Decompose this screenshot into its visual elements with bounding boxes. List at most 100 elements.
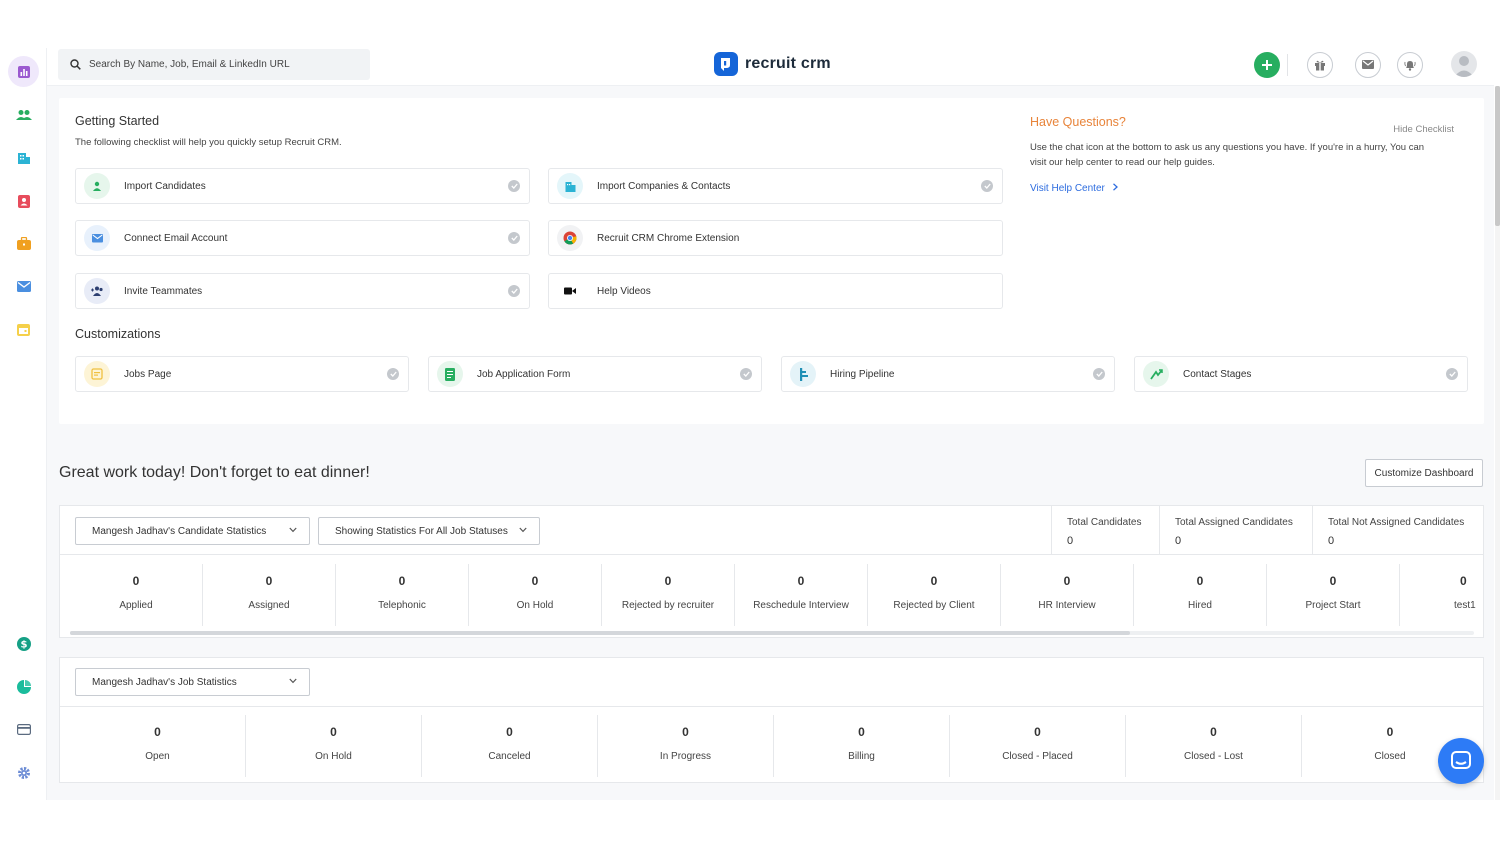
stage-value: 0 [930, 574, 938, 588]
visit-help-center-link[interactable]: Visit Help Center [1030, 183, 1119, 194]
form-icon [437, 361, 463, 387]
stage-label: Telephonic [378, 600, 426, 611]
sidebar-item-billing[interactable]: $ [8, 628, 39, 659]
sidebar-item-email[interactable] [8, 271, 39, 302]
chat-button[interactable] [1438, 738, 1484, 784]
customization-item-hiring-pipeline[interactable]: Hiring Pipeline [781, 356, 1115, 392]
stage-assigned[interactable]: 0 Assigned [203, 564, 336, 626]
checklist-item-import-companies[interactable]: Import Companies & Contacts [548, 168, 1003, 204]
companies-icon [17, 152, 30, 164]
job-stage-in-progress[interactable]: 0 In Progress [598, 715, 774, 777]
add-icon [1262, 60, 1272, 70]
customization-item-jobs-page[interactable]: Jobs Page [75, 356, 409, 392]
search-input[interactable] [89, 59, 349, 70]
sidebar-item-candidates[interactable] [8, 99, 39, 130]
checklist-item-help-videos[interactable]: Help Videos [548, 273, 1003, 309]
total-label: Total Candidates [1067, 517, 1142, 528]
dashboard-greeting: Great work today! Don't forget to eat di… [59, 464, 370, 481]
sidebar-item-settings[interactable] [8, 757, 39, 788]
candidate-statistics-card: Mangesh Jadhav's Candidate Statistics Sh… [59, 505, 1484, 638]
sidebar-item-jobs[interactable] [8, 228, 39, 259]
sidebar-item-dashboard[interactable] [8, 56, 39, 87]
job-stage-closed-lost[interactable]: 0 Closed - Lost [1126, 715, 1302, 777]
job-stats-dropdown[interactable]: Mangesh Jadhav's Job Statistics [75, 668, 310, 696]
user-avatar-icon [1454, 56, 1474, 77]
stage-telephonic[interactable]: 0 Telephonic [336, 564, 469, 626]
jobs-icon [16, 237, 31, 250]
stage-on-hold[interactable]: 0 On Hold [469, 564, 602, 626]
customization-item-contact-stages[interactable]: Contact Stages [1134, 356, 1468, 392]
job-stage-open[interactable]: 0 Open [70, 715, 246, 777]
settings-icon [17, 766, 30, 779]
email-icon [16, 281, 31, 292]
notifications-button[interactable] [1397, 52, 1423, 78]
gift-button[interactable] [1307, 52, 1333, 78]
help-link-label: Visit Help Center [1030, 183, 1105, 194]
billing-icon: $ [16, 636, 31, 651]
add-button[interactable] [1254, 52, 1280, 78]
customize-dashboard-button[interactable]: Customize Dashboard [1365, 459, 1483, 487]
sidebar-item-card[interactable] [8, 714, 39, 745]
stage-test1[interactable]: 0 test1 [1400, 564, 1483, 626]
search-icon [70, 59, 81, 70]
hide-checklist-link[interactable]: Hide Checklist [1393, 124, 1454, 135]
checklist-item-chrome-extension[interactable]: Recruit CRM Chrome Extension [548, 220, 1003, 256]
job-stage-closed-placed[interactable]: 0 Closed - Placed [950, 715, 1126, 777]
calendar-icon [17, 324, 30, 336]
top-bar: recruit crm [47, 40, 1494, 86]
stage-project-start[interactable]: 0 Project Start [1267, 564, 1400, 626]
customization-label: Job Application Form [477, 368, 571, 380]
chat-icon [1451, 751, 1471, 769]
checklist-label: Connect Email Account [124, 232, 228, 244]
total-value: 0 [1328, 535, 1335, 547]
sidebar-item-companies[interactable] [8, 142, 39, 173]
dashboard-icon [17, 65, 30, 78]
checklist-item-connect-email[interactable]: Connect Email Account [75, 220, 530, 256]
stage-value: 0 [682, 725, 689, 739]
stage-label: Closed - Placed [1002, 751, 1073, 762]
mail-button[interactable] [1355, 52, 1381, 78]
checklist-item-invite-teammates[interactable]: Invite Teammates [75, 273, 530, 309]
chevron-down-icon [519, 527, 527, 533]
sidebar-item-reports[interactable] [8, 671, 39, 702]
candidate-stats-header: Mangesh Jadhav's Candidate Statistics Sh… [60, 506, 1483, 555]
horizontal-scrollbar[interactable] [70, 631, 1474, 635]
stage-rejected-by-client[interactable]: 0 Rejected by Client [868, 564, 1001, 626]
stage-label: HR Interview [1038, 600, 1096, 611]
checklist-label: Invite Teammates [124, 285, 203, 297]
total-label: Total Assigned Candidates [1175, 517, 1293, 528]
logo-icon [714, 52, 738, 76]
search-bar[interactable] [58, 49, 370, 80]
chevron-right-icon [1112, 183, 1118, 191]
stage-value: 0 [1063, 574, 1071, 588]
sidebar-item-contacts[interactable] [8, 185, 39, 216]
checklist-item-import-candidates[interactable]: Import Candidates [75, 168, 530, 204]
stage-value: 0 [265, 574, 273, 588]
job-status-filter-dropdown[interactable]: Showing Statistics For All Job Statuses [318, 517, 540, 545]
customization-label: Contact Stages [1183, 368, 1252, 380]
customization-item-job-application-form[interactable]: Job Application Form [428, 356, 762, 392]
stage-applied[interactable]: 0 Applied [70, 564, 203, 626]
job-stage-canceled[interactable]: 0 Canceled [422, 715, 598, 777]
brand-name: recruit crm [745, 55, 831, 72]
notification-icon [1404, 61, 1416, 71]
building-icon [557, 173, 583, 199]
job-stage-billing[interactable]: 0 Billing [774, 715, 950, 777]
stage-rejected-by-recruiter[interactable]: 0 Rejected by recruiter [602, 564, 735, 626]
avatar[interactable] [1451, 51, 1477, 77]
brand-logo[interactable]: recruit crm [714, 52, 831, 76]
stage-reschedule-interview[interactable]: 0 Reschedule Interview [735, 564, 868, 626]
stage-value: 0 [506, 725, 513, 739]
sidebar-item-calendar[interactable] [8, 314, 39, 345]
stage-label: In Progress [659, 751, 712, 762]
stage-hr-interview[interactable]: 0 HR Interview [1001, 564, 1134, 626]
vertical-scrollbar[interactable] [1495, 86, 1500, 800]
scrollbar-thumb[interactable] [1495, 86, 1500, 226]
reports-icon [16, 679, 31, 694]
stage-hired[interactable]: 0 Hired [1134, 564, 1267, 626]
card-icon [16, 724, 31, 735]
scrollbar-thumb[interactable] [70, 631, 1130, 635]
job-stage-on-hold[interactable]: 0 On Hold [246, 715, 422, 777]
checklist-label: Help Videos [597, 285, 651, 297]
candidate-stats-dropdown[interactable]: Mangesh Jadhav's Candidate Statistics [75, 517, 310, 545]
